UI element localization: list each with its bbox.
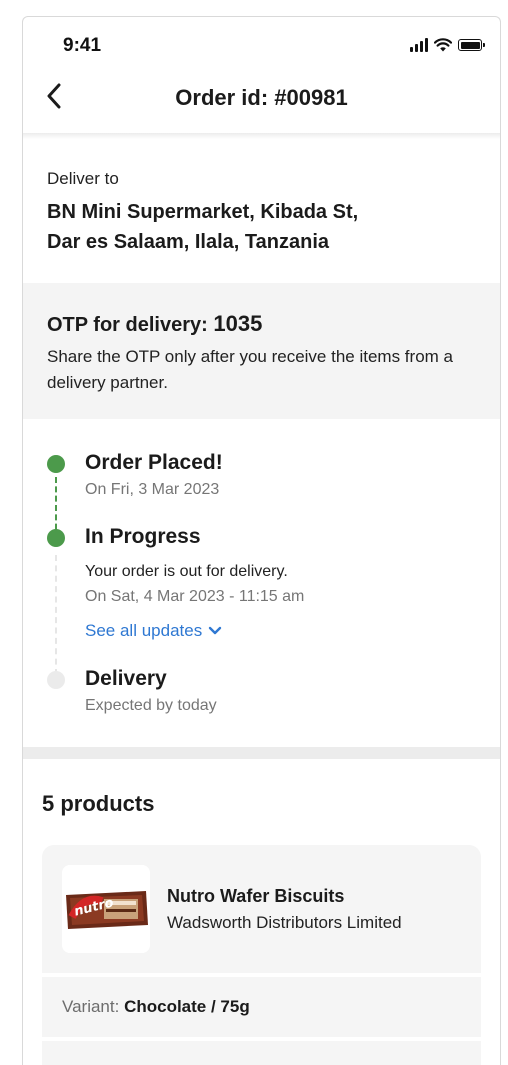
see-all-updates-label: See all updates — [85, 621, 203, 640]
step-eta-delivery: Expected by today — [85, 697, 217, 714]
variant-info: Variant: Chocolate / 75g — [62, 997, 250, 1017]
product-seller: Wadsworth Distributors Limited — [167, 913, 402, 932]
chevron-down-icon — [209, 626, 222, 635]
page-title: Order id: #00981 — [175, 85, 348, 110]
product-thumbnail: nutro — [62, 865, 150, 953]
product-name: Nutro Wafer Biscuits — [167, 886, 345, 906]
status-icons — [410, 37, 485, 53]
deliver-to-label: Deliver to — [47, 169, 119, 188]
status-dot-delivery — [47, 671, 65, 689]
status-time: 9:41 — [63, 35, 102, 56]
product-row-partial — [42, 1041, 481, 1065]
variant-label: Variant: — [62, 997, 125, 1016]
otp-instructions: Share the OTP only after you receive the… — [47, 347, 453, 392]
timeline-connector-pending — [55, 555, 57, 675]
status-dot-order-placed — [47, 455, 65, 473]
order-status-timeline: Order Placed! On Fri, 3 Mar 2023 In Prog… — [23, 419, 500, 747]
delivery-address: BN Mini Supermarket, Kibada St, Dar es S… — [47, 197, 467, 257]
step-date-order-placed: On Fri, 3 Mar 2023 — [85, 481, 220, 498]
address-line-2: Dar es Salaam, Ilala, Tanzania — [47, 231, 329, 253]
product-card[interactable]: nutro Nutro Wafer Biscuits Wadsworth Dis… — [42, 845, 481, 973]
step-title-in-progress: In Progress — [85, 525, 201, 548]
step-title-order-placed: Order Placed! — [85, 451, 223, 474]
step-date-in-progress: On Sat, 4 Mar 2023 - 11:15 am — [85, 588, 305, 605]
step-title-delivery: Delivery — [85, 667, 167, 690]
see-all-updates-link[interactable]: See all updates — [85, 621, 222, 641]
delivery-address-section: Deliver to BN Mini Supermarket, Kibada S… — [23, 139, 500, 283]
products-count-heading: 5 products — [42, 791, 155, 816]
product-image: nutro — [62, 865, 150, 953]
phone-screen: 9:41 Order id: #00981 Deliver to BN Mini… — [22, 16, 501, 1065]
wifi-icon — [434, 38, 452, 52]
product-variant-row: Variant: Chocolate / 75g — [42, 977, 481, 1037]
address-line-1: BN Mini Supermarket, Kibada St, — [47, 201, 359, 223]
top-navigation-bar: Order id: #00981 — [23, 71, 500, 133]
otp-heading: OTP for delivery: 1035 — [47, 311, 262, 337]
step-message-in-progress: Your order is out for delivery. — [85, 563, 288, 580]
status-bar: 9:41 — [23, 17, 500, 71]
cellular-signal-icon — [410, 38, 428, 52]
battery-icon — [458, 39, 485, 51]
otp-code: 1035 — [213, 311, 263, 336]
status-dot-in-progress — [47, 529, 65, 547]
otp-label: OTP for delivery: — [47, 314, 214, 336]
variant-value: Chocolate / 75g — [124, 997, 250, 1016]
section-divider — [23, 747, 500, 759]
otp-section: OTP for delivery: 1035 Share the OTP onl… — [23, 283, 500, 419]
